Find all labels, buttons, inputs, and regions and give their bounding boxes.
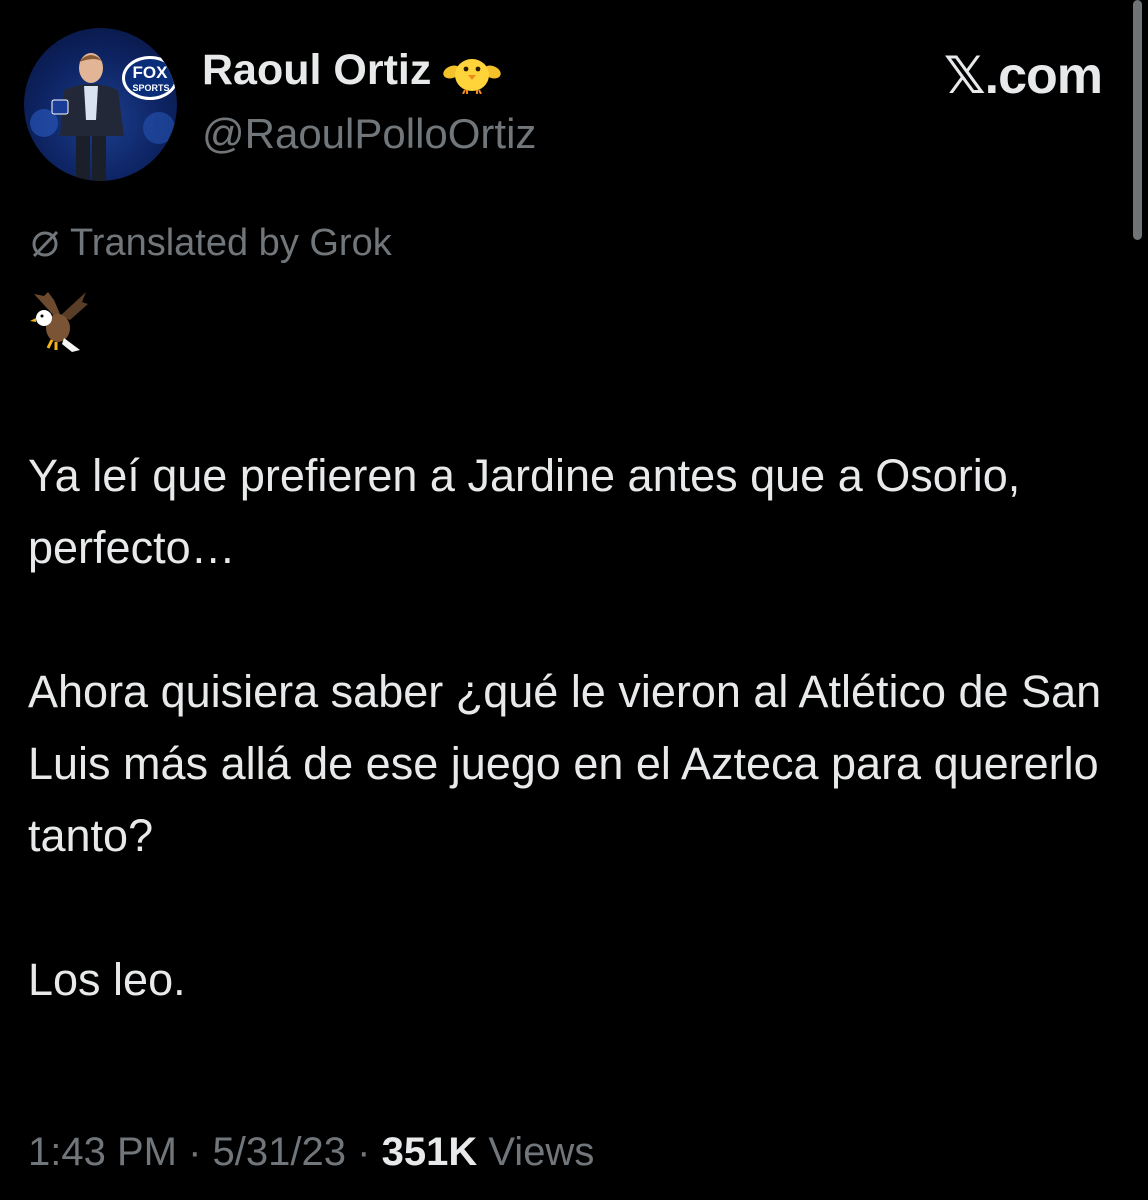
tweet-date[interactable]: 5/31/23 [213, 1130, 346, 1174]
translated-label: Translated by Grok [70, 222, 392, 264]
meta-separator: · [188, 1130, 202, 1174]
author-name-text: Raoul Ortiz [202, 46, 432, 94]
meta-separator: · [357, 1130, 371, 1174]
tweet-time[interactable]: 1:43 PM [28, 1130, 177, 1174]
x-brand-label: 𝕏.com [943, 47, 1103, 105]
chick-emoji-icon [443, 48, 502, 94]
tweet-paragraph: Ahora quisiera saber ¿qué le vieron al A… [28, 666, 1102, 861]
tweet-paragraph: Ya leí que prefieren a Jardine antes que… [28, 450, 1021, 573]
scrollbar-thumb[interactable] [1133, 0, 1142, 240]
views-count[interactable]: 351K [382, 1130, 478, 1174]
grok-icon [28, 227, 62, 261]
author-handle[interactable]: @RaoulPolloOrtiz [202, 110, 536, 158]
eagle-emoji-icon [26, 288, 92, 354]
author-avatar[interactable]: FOX SPORTS [24, 28, 177, 181]
views-label: Views [488, 1130, 595, 1174]
tweet-paragraph: Los leo. [28, 954, 186, 1005]
avatar-logo-sports: SPORTS [132, 83, 169, 93]
avatar-logo-fox: FOX [133, 63, 169, 82]
author-display-name[interactable]: Raoul Ortiz [202, 46, 502, 95]
tweet-body: Ya leí que prefieren a Jardine antes que… [28, 440, 1108, 1016]
avatar-image: FOX SPORTS [30, 53, 177, 181]
tweet-meta: 1:43 PM · 5/31/23 · 351K Views [28, 1130, 594, 1175]
translated-by-grok[interactable]: Translated by Grok [28, 222, 392, 265]
